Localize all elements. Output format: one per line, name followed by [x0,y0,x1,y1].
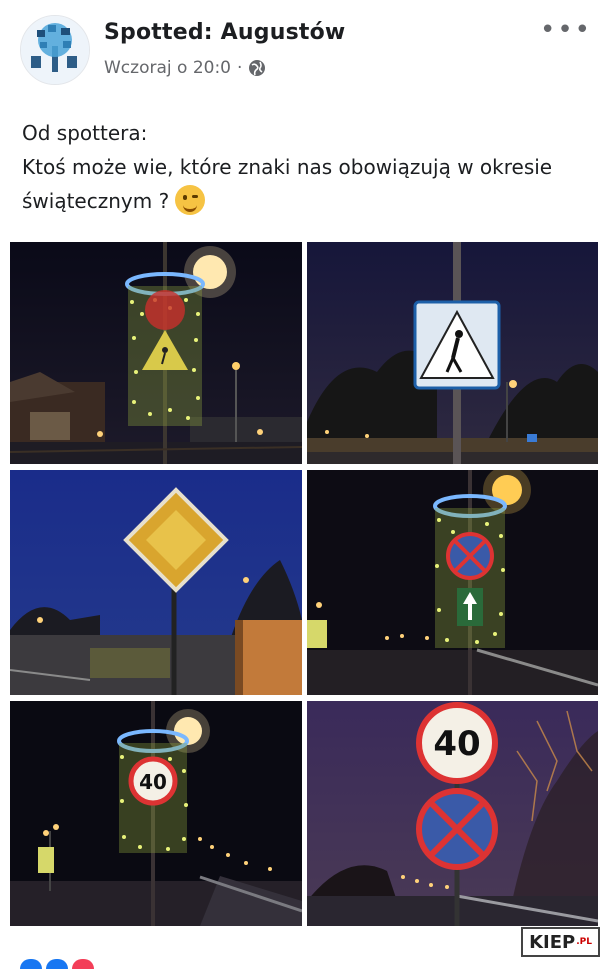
like-reaction-icon [20,959,42,969]
post-timestamp[interactable]: Wczoraj o 20:0 [104,58,231,78]
globe-icon[interactable] [248,59,266,77]
more-horizontal-icon: ••• [540,15,593,45]
photo-2[interactable] [307,242,598,464]
tree-logo-icon [21,16,89,84]
post-meta: Wczoraj o 20:0 · [104,58,266,78]
speed-limit-text: 40 [433,724,480,764]
post-header: Spotted: Augustów Wczoraj o 20:0 · ••• [0,0,610,100]
photo-6[interactable]: 40 [307,701,598,926]
meta-separator: · [237,58,243,78]
photo-5[interactable]: 40 [10,701,302,926]
photo-3[interactable] [10,470,302,695]
photo-1[interactable] [10,242,302,464]
reaction-icons[interactable] [20,959,100,969]
more-options-button[interactable]: ••• [540,15,590,45]
watermark-suffix: .PL [576,937,592,947]
page-name-link[interactable]: Spotted: Augustów [104,20,345,45]
winking-face-emoji [175,185,206,215]
post-text-line: Ktoś może wie, które znaki nas obowiązuj… [22,150,592,218]
post-text-line: Od spottera: [22,121,148,145]
watermark-text: KIEP [529,931,576,953]
post-text-content: Ktoś może wie, które znaki nas obowiązuj… [22,155,553,213]
page-avatar[interactable] [20,15,90,85]
photo-grid: 40 40 [10,242,600,926]
post-text: Od spottera: Ktoś może wie, które znaki … [22,116,592,218]
site-watermark: KIEP .PL [521,927,600,957]
photo-4[interactable] [307,470,598,695]
love-reaction-icon [72,959,94,969]
speed-limit-text: 40 [139,770,167,794]
like-reaction-icon [46,959,68,969]
